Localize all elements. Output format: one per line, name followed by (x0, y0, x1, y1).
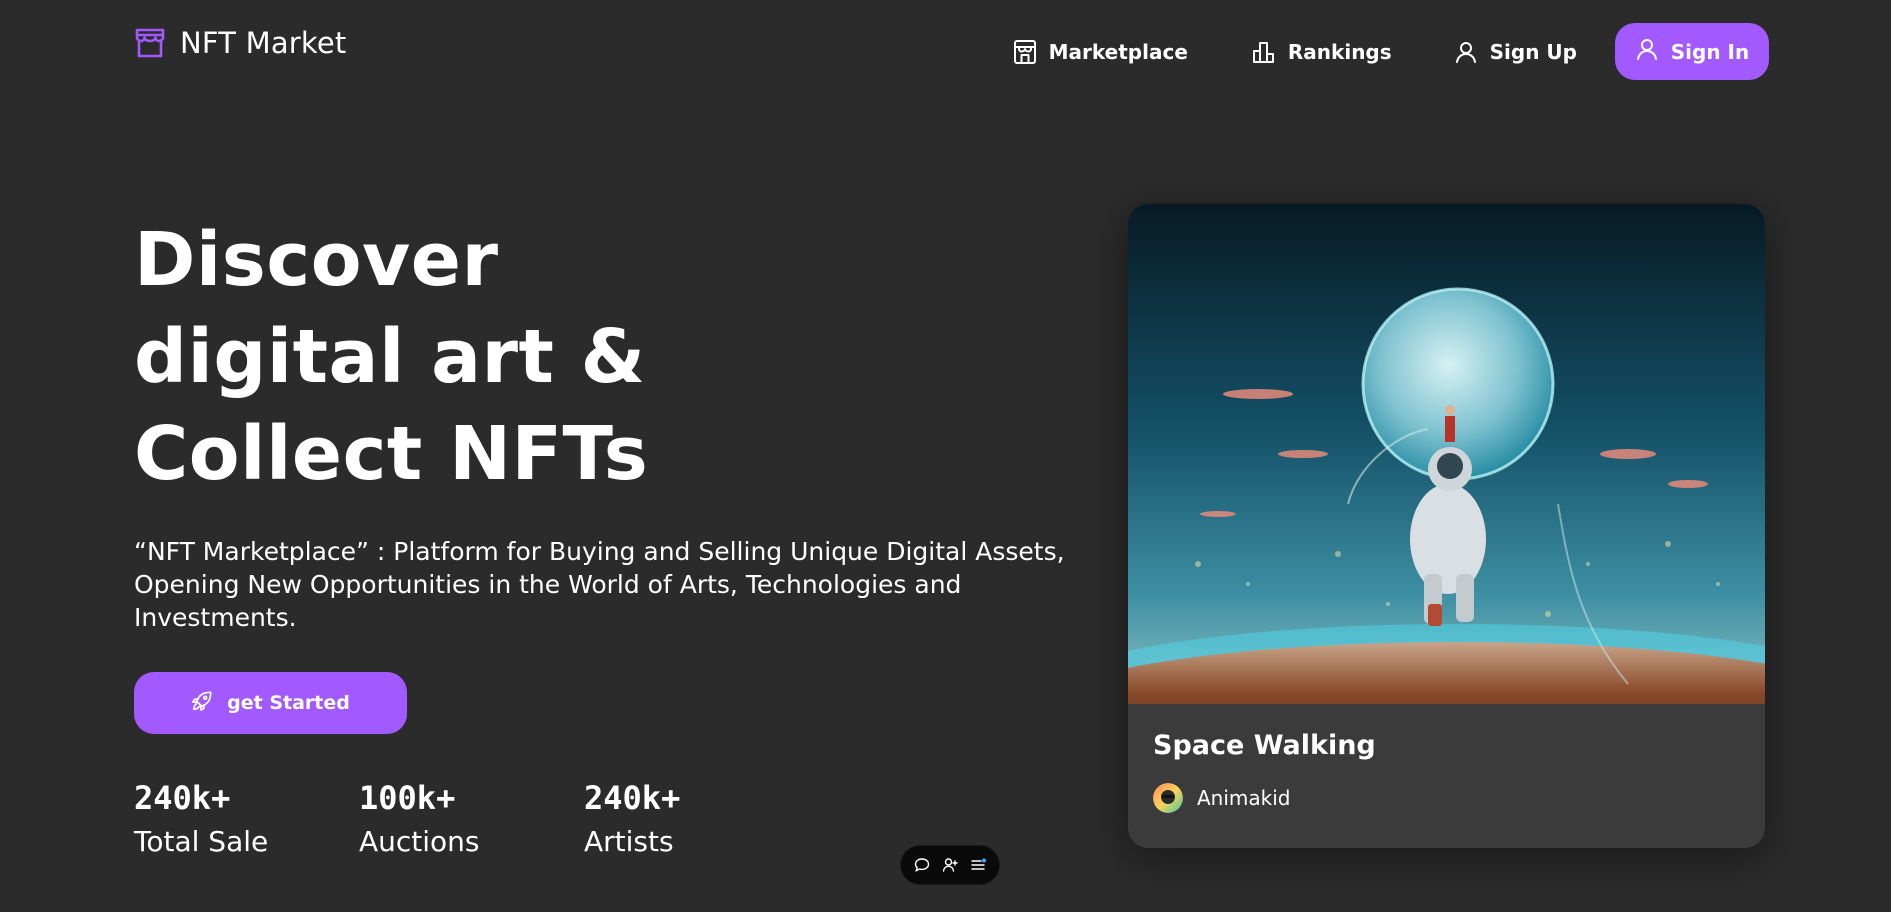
logo[interactable]: NFT Market (134, 26, 346, 60)
artist-name: Animakid (1197, 786, 1291, 810)
get-started-button[interactable]: get Started (134, 672, 407, 734)
stat-total-sale: 240k+ Total Sale (134, 778, 359, 862)
card-artist[interactable]: Animakid (1153, 783, 1376, 813)
card-body: Space Walking Animakid (1153, 730, 1376, 813)
hero-title-line-1: Discover (134, 217, 499, 303)
nft-artwork-image (1128, 204, 1765, 704)
bar-chart-icon (1252, 40, 1276, 64)
stat-value: 240k+ (584, 779, 681, 817)
user-icon (1454, 40, 1478, 64)
logo-text: NFT Market (180, 26, 347, 60)
nav-rankings-label: Rankings (1287, 39, 1392, 64)
stat-label: Auctions (359, 825, 480, 858)
nav-rankings[interactable]: Rankings (1252, 40, 1392, 64)
nav-marketplace[interactable]: Marketplace (1013, 39, 1188, 65)
sign-in-button[interactable]: Sign In (1615, 23, 1769, 80)
hero-title-line-2: digital art & (134, 314, 646, 400)
nav-marketplace-label: Marketplace (1048, 39, 1188, 64)
hero-description: “NFT Marketplace” : Platform for Buying … (134, 537, 1065, 632)
stat-label: Total Sale (134, 825, 269, 858)
rocket-icon (191, 690, 213, 717)
stat-artists: 240k+ Artists (584, 778, 784, 862)
stat-label: Artists (584, 825, 674, 858)
stats: 240k+ Total Sale 100k+ Auctions 240k+ Ar… (134, 778, 784, 862)
artist-avatar (1153, 783, 1183, 813)
sign-in-label: Sign In (1670, 39, 1750, 64)
featured-nft-card[interactable]: Space Walking Animakid (1128, 204, 1765, 848)
stat-value: 240k+ (134, 779, 231, 817)
hero-title-line-3: Collect NFTs (134, 411, 649, 497)
storefront-icon (134, 27, 166, 59)
main-nav: Marketplace Rankings Sign Up Sign In (1013, 23, 1769, 80)
menu-icon[interactable] (970, 857, 986, 873)
page: NFT Market Marketplace Rankings Sign Up … (0, 0, 1891, 912)
get-started-label: get Started (227, 692, 350, 714)
stat-value: 100k+ (359, 779, 456, 817)
stat-auctions: 100k+ Auctions (359, 778, 584, 862)
add-user-icon[interactable] (942, 857, 958, 873)
nav-sign-up-label: Sign Up (1489, 39, 1577, 64)
card-title: Space Walking (1153, 730, 1376, 761)
nav-sign-up[interactable]: Sign Up (1454, 40, 1577, 64)
chat-icon[interactable] (914, 857, 930, 873)
floating-toolbar (900, 845, 1000, 885)
hero-title: Discover digital art & Collect NFTs (134, 212, 834, 503)
user-icon (1635, 37, 1659, 66)
store-icon (1013, 39, 1037, 65)
